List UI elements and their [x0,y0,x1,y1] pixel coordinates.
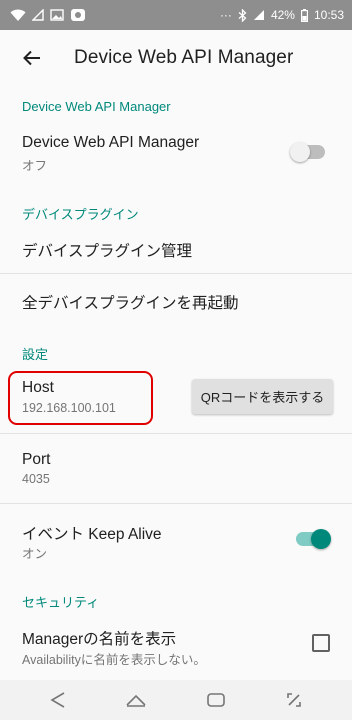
pref-manager-summary: オフ [22,159,48,173]
recents-icon [206,693,225,707]
signal-icon [253,9,265,21]
pref-plugin-manage[interactable]: デバイスプラグイン管理 [22,239,192,261]
manager-switch[interactable] [290,142,325,162]
section-header-plugins: デバイスプラグイン [22,207,139,222]
battery-percent: 42% [270,8,295,22]
bluetooth-icon [238,8,247,22]
navigation-bar [0,680,352,720]
pref-keep-alive-summary: オン [22,547,48,561]
app-bar: Device Web API Manager [0,30,352,86]
section-header-settings: 設定 [22,347,49,362]
switch-knob [290,142,310,162]
section-header-manager: Device Web API Manager [22,99,171,114]
link-icon [70,8,86,22]
switch-knob [311,529,331,549]
nav-back-button[interactable] [49,691,66,709]
section-header-security: セキュリティ [22,595,100,610]
nav-recents-button[interactable] [206,692,226,708]
status-bar: ··· 42% 10:53 [0,0,352,30]
show-name-checkbox[interactable] [312,634,330,652]
highlight-annotation [8,371,153,425]
battery-icon [300,8,308,22]
pref-show-name-title: Managerの名前を表示 [22,631,177,648]
page-title: Device Web API Manager [74,47,294,68]
back-button[interactable] [4,30,60,86]
back-triangle-icon [49,692,64,708]
pref-show-name-summary: Availabilityに名前を表示しない。 [22,653,206,667]
keep-alive-switch[interactable] [296,529,331,549]
divider [0,273,352,274]
signal-icon [32,9,44,21]
status-time: 10:53 [313,8,344,22]
pref-manager-title: Device Web API Manager [22,134,200,151]
home-icon [125,694,146,707]
pref-keep-alive-title: イベント Keep Alive [22,526,162,543]
pref-restart-all[interactable]: 全デバイスプラグインを再起動 [22,291,239,313]
show-qr-button[interactable]: QRコードを表示する [192,379,333,414]
wifi-icon [10,9,26,21]
nav-home-button[interactable] [125,693,147,707]
divider [0,503,352,504]
pref-port-summary: 4035 [22,472,50,486]
arrow-back-icon [23,50,40,66]
nav-screenshot-button[interactable] [285,691,303,709]
divider [0,433,352,434]
screenshot-icon [286,693,301,707]
status-dots: ··· [219,8,232,22]
image-icon [50,9,64,21]
pref-port-title: Port [22,451,51,468]
